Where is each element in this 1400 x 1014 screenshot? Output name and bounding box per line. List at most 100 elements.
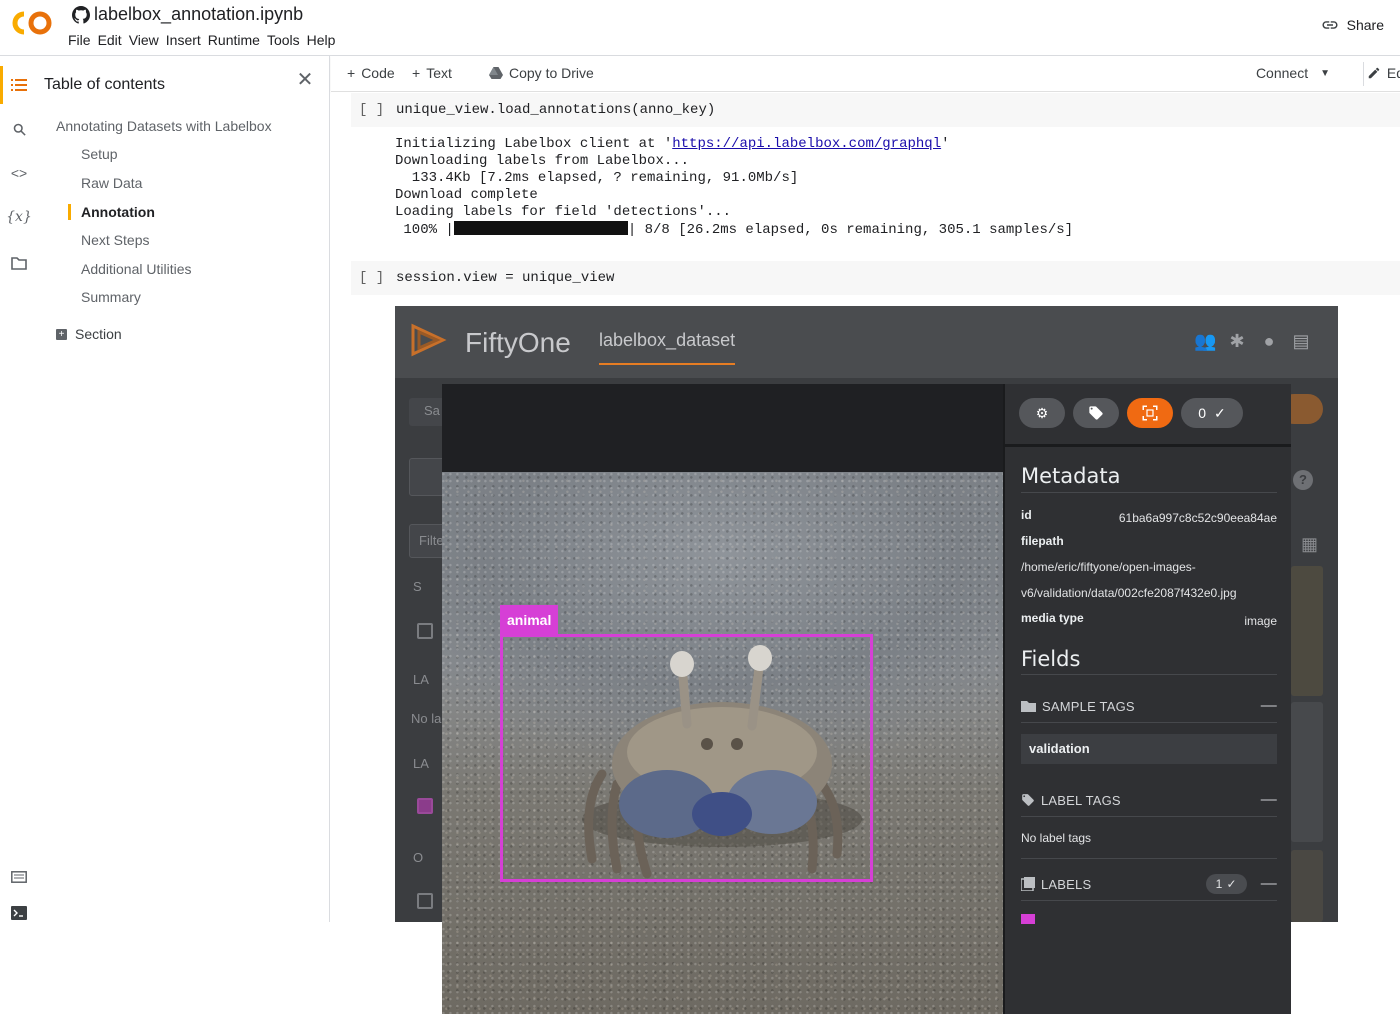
copy-to-drive-label: Copy to Drive [509,65,594,81]
menu-edit[interactable]: Edit [98,32,129,48]
toc-item-raw-data[interactable]: Raw Data [81,175,142,191]
settings-gear-icon[interactable]: ⚙ [1019,398,1065,428]
labels-count: 1 [1215,877,1223,891]
code-snippets-icon[interactable]: <> [6,160,32,186]
fiftyone-header-icons: 👥 ✱ ● ▤ [1194,330,1312,352]
terminal-icon[interactable] [6,900,32,926]
label-tag-icon [1022,794,1034,806]
detections-color-swatch[interactable] [1021,914,1035,924]
divider [1021,816,1277,817]
toolbar-divider [1363,62,1364,86]
menu-insert[interactable]: Insert [166,32,208,48]
modal-action-pills: ⚙ 0 ✓ [1019,398,1243,428]
menu-help[interactable]: Help [307,32,343,48]
files-icon[interactable] [6,250,32,276]
metadata-title: Metadata [1021,464,1121,488]
toc-item-annotating[interactable]: Annotating Datasets with Labelbox [56,118,272,134]
menu-bar: File Edit View Insert Runtime Tools Help [68,32,342,48]
divider [1021,722,1277,723]
command-palette-icon[interactable] [6,864,32,890]
add-section-button[interactable]: + Section [56,326,122,342]
divider [1021,900,1277,901]
colab-header: labelbox_annotation.ipynb File Edit View… [0,0,1400,56]
cell-1-code[interactable]: unique_view.load_annotations(anno_key) [396,102,715,118]
fiftyone-logo [411,323,447,357]
selection-count-toggle[interactable]: 0 ✓ [1181,398,1243,428]
toc-item-summary[interactable]: Summary [81,289,141,305]
rail-active-indicator [0,66,3,104]
fiftyone-header: FiftyOne labelbox_dataset 👥 ✱ ● ▤ [395,306,1338,378]
close-icon[interactable]: ✕ [295,70,315,90]
output-line: Download complete [395,187,538,203]
collapse-icon[interactable]: — [1261,875,1277,893]
docs-book-icon[interactable]: ▤ [1290,330,1312,352]
collapse-icon[interactable]: — [1261,697,1277,715]
menu-view[interactable]: View [129,32,166,48]
plus-icon: + [412,65,421,81]
drive-icon [489,67,503,79]
labels-count-pill[interactable]: 1 ✓ [1205,874,1247,894]
detection-label: animal [500,605,559,635]
divider [1021,858,1277,859]
copy-to-drive-button[interactable]: Copy to Drive [489,65,594,81]
bg-checkbox [417,623,433,639]
output-line: ' [941,136,950,152]
labels-icon [1021,877,1035,891]
slack-icon[interactable]: ✱ [1226,330,1248,352]
toc-item-next-steps[interactable]: Next Steps [81,232,149,248]
sample-tag-chip[interactable]: validation [1021,734,1277,764]
bg-grid-icon: ▦ [1301,534,1319,554]
labels-label: LABELS [1041,876,1092,892]
tag-icon[interactable] [1073,398,1119,428]
notebook-title-text[interactable]: labelbox_annotation.ipynb [94,4,303,25]
edit-label: Ed [1386,65,1400,81]
edit-button[interactable]: Ed [1367,65,1400,81]
label-tags-group[interactable]: LABEL TAGS — [1021,791,1277,809]
link-icon [1322,21,1338,29]
toc-item-setup[interactable]: Setup [81,146,118,162]
sidebar-divider [1005,444,1291,447]
notebook-title[interactable]: labelbox_annotation.ipynb [72,4,303,25]
add-code-button[interactable]: + Code [347,65,395,81]
toc-item-annotation[interactable]: Annotation [81,204,155,220]
github-icon[interactable]: ● [1258,330,1280,352]
collapse-icon[interactable]: — [1261,791,1277,809]
colab-logo[interactable] [12,10,56,36]
fields-title: Fields [1021,647,1081,671]
sample-image[interactable]: animal [442,472,1003,1014]
pencil-icon [1368,67,1380,79]
output-line: Initializing Labelbox client at ' [395,136,673,152]
menu-runtime[interactable]: Runtime [208,32,267,48]
bg-sample-text: Sa [424,403,440,418]
menu-tools[interactable]: Tools [267,32,307,48]
cell-1-output: Initializing Labelbox client at 'https:/… [395,136,1073,239]
code-label: Code [361,65,395,81]
toc-item-additional-utilities[interactable]: Additional Utilities [81,261,192,277]
detection-bounding-box[interactable] [500,634,873,882]
share-label: Share [1346,17,1384,33]
metadata-id-key: id [1021,508,1032,522]
sample-tags-group[interactable]: SAMPLE TAGS — [1021,697,1277,715]
add-text-button[interactable]: + Text [412,65,452,81]
dataset-selector[interactable]: labelbox_dataset [599,330,736,365]
cell-2-run-button[interactable]: [ ] [359,270,384,286]
cell-2-code[interactable]: session.view = unique_view [396,270,614,286]
crop-select-icon[interactable] [1127,398,1173,428]
toc-icon[interactable] [6,72,32,98]
share-button[interactable]: Share [1321,16,1384,34]
bg-filter-text: Filte [419,533,444,548]
search-icon[interactable] [6,116,32,142]
people-icon[interactable]: 👥 [1194,330,1216,352]
cell-1-run-button[interactable]: [ ] [359,102,384,118]
divider [1021,674,1277,675]
selection-count: 0 [1198,405,1207,421]
variables-icon[interactable]: {x} [6,204,32,230]
graphql-link[interactable]: https://api.labelbox.com/graphql [672,136,941,152]
labels-group[interactable]: LABELS 1 ✓ — [1021,874,1277,894]
github-icon [72,5,90,24]
no-label-tags-text: No label tags [1021,831,1092,845]
bg-thumbnail [1291,566,1323,696]
connect-button[interactable]: Connect ▼ [1256,65,1330,81]
bg-checkbox [417,893,433,909]
menu-file[interactable]: File [68,32,98,48]
